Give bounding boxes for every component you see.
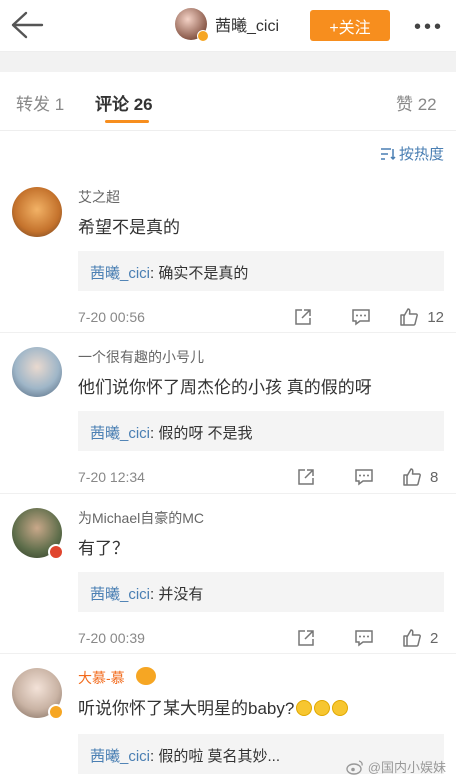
more-options-icon[interactable]: ••• <box>414 16 444 39</box>
author-avatar[interactable] <box>175 8 209 42</box>
comment-text-content: 听说你怀了某大明星的baby? <box>78 699 295 718</box>
like-button[interactable]: 2 <box>402 628 444 648</box>
share-icon[interactable] <box>296 467 316 487</box>
follow-button[interactable]: +关注 <box>310 10 390 41</box>
thumbs-up-icon <box>403 468 421 486</box>
share-icon[interactable] <box>296 628 316 648</box>
watermark-text: @国内小娱妹 <box>367 760 446 775</box>
comment-footer: 7-20 00:56 12 <box>78 305 444 329</box>
sort-bar: 按热度 <box>0 131 456 173</box>
commenter-name[interactable]: 艾之超 <box>78 187 120 207</box>
back-arrow-icon[interactable] <box>10 10 44 40</box>
like-count: 2 <box>430 629 439 647</box>
commenter-avatar[interactable] <box>12 347 62 397</box>
comment-time: 7-20 00:39 <box>78 630 145 646</box>
like-button[interactable]: 12 <box>399 307 444 327</box>
sort-by-hot-button[interactable]: 按热度 <box>380 143 444 164</box>
author-reply[interactable]: 茜曦_cici: 假的呀 不是我 <box>78 411 444 451</box>
tab-repost[interactable]: 转发 1 <box>16 90 64 115</box>
share-icon[interactable] <box>293 307 313 327</box>
comment-item: 为Michael自豪的MC 有了？ 茜曦_cici: 并没有 7-20 00:3… <box>0 494 456 654</box>
thumbs-up-icon <box>403 629 421 647</box>
tab-bar: 转发 1 评论 26 赞 22 <box>0 72 456 130</box>
author-reply[interactable]: 茜曦_cici: 并没有 <box>78 572 444 612</box>
commenter-avatar[interactable] <box>12 668 64 720</box>
comment-item: 一个很有趣的小号儿 他们说你怀了周杰伦的小孩 真的假的呀 茜曦_cici: 假的… <box>0 333 456 494</box>
reply-text: : 假的呀 不是我 <box>150 425 253 442</box>
thinking-emoji-icon <box>332 700 349 716</box>
thumbs-up-icon <box>400 308 419 326</box>
author-name[interactable]: 茜曦_cici <box>215 12 279 36</box>
commenter-name[interactable]: 一个很有趣的小号儿 <box>78 347 204 367</box>
verified-badge-icon <box>48 704 64 720</box>
comment-text: 听说你怀了某大明星的baby? <box>78 694 349 719</box>
member-badge-icon <box>48 544 64 560</box>
like-button[interactable]: 8 <box>402 467 444 487</box>
comment-text: 他们说你怀了周杰伦的小孩 真的假的呀 <box>78 378 372 397</box>
author-reply[interactable]: 茜曦_cici: 确实不是真的 <box>78 251 444 291</box>
reply-author-name[interactable]: 茜曦_cici <box>90 586 150 603</box>
like-count: 12 <box>427 308 444 326</box>
watermark: @国内小娱妹 <box>346 757 446 776</box>
like-count: 8 <box>430 468 439 486</box>
comment-text: 有了？ <box>78 539 129 558</box>
thinking-emoji-icon <box>314 700 331 716</box>
sort-icon <box>380 147 396 160</box>
reply-author-name[interactable]: 茜曦_cici <box>90 425 150 442</box>
reply-author-name[interactable]: 茜曦_cici <box>90 748 150 765</box>
reply-text: : 假的啦 莫名其妙... <box>150 748 281 765</box>
commenter-avatar[interactable] <box>12 508 64 560</box>
reply-author-name[interactable]: 茜曦_cici <box>90 265 150 282</box>
tab-comments[interactable]: 评论 26 <box>95 90 153 115</box>
comment-item: 艾之超 希望不是真的 茜曦_cici: 确实不是真的 7-20 00:56 12 <box>0 173 456 333</box>
comment-footer: 7-20 00:39 2 <box>78 626 444 650</box>
top-bar: 茜曦_cici +关注 ••• <box>0 0 456 52</box>
reply-text: : 确实不是真的 <box>150 265 249 282</box>
commenter-name[interactable]: 为Michael自豪的MC <box>78 508 204 528</box>
reply-text: : 并没有 <box>150 586 204 603</box>
comment-text: 希望不是真的 <box>78 218 180 237</box>
reply-icon[interactable] <box>354 467 374 487</box>
reply-icon[interactable] <box>351 307 371 327</box>
post-author[interactable]: 茜曦_cici <box>175 8 279 42</box>
section-gap <box>0 52 456 72</box>
sort-label: 按热度 <box>398 146 444 163</box>
commenter-name[interactable]: 大慕-慕 <box>78 668 125 688</box>
reply-icon[interactable] <box>354 628 374 648</box>
comment-time: 7-20 00:56 <box>78 309 145 325</box>
active-tab-indicator <box>105 120 149 123</box>
comment-time: 7-20 12:34 <box>78 469 145 485</box>
comment-footer: 7-20 12:34 8 <box>78 465 444 489</box>
commenter-avatar[interactable] <box>12 187 62 237</box>
thinking-emoji-icon <box>296 700 313 716</box>
tab-likes[interactable]: 赞 22 <box>396 90 437 115</box>
verified-badge-icon <box>197 30 209 42</box>
weibo-logo-icon <box>346 759 363 775</box>
vip-emoji-icon <box>136 667 156 685</box>
